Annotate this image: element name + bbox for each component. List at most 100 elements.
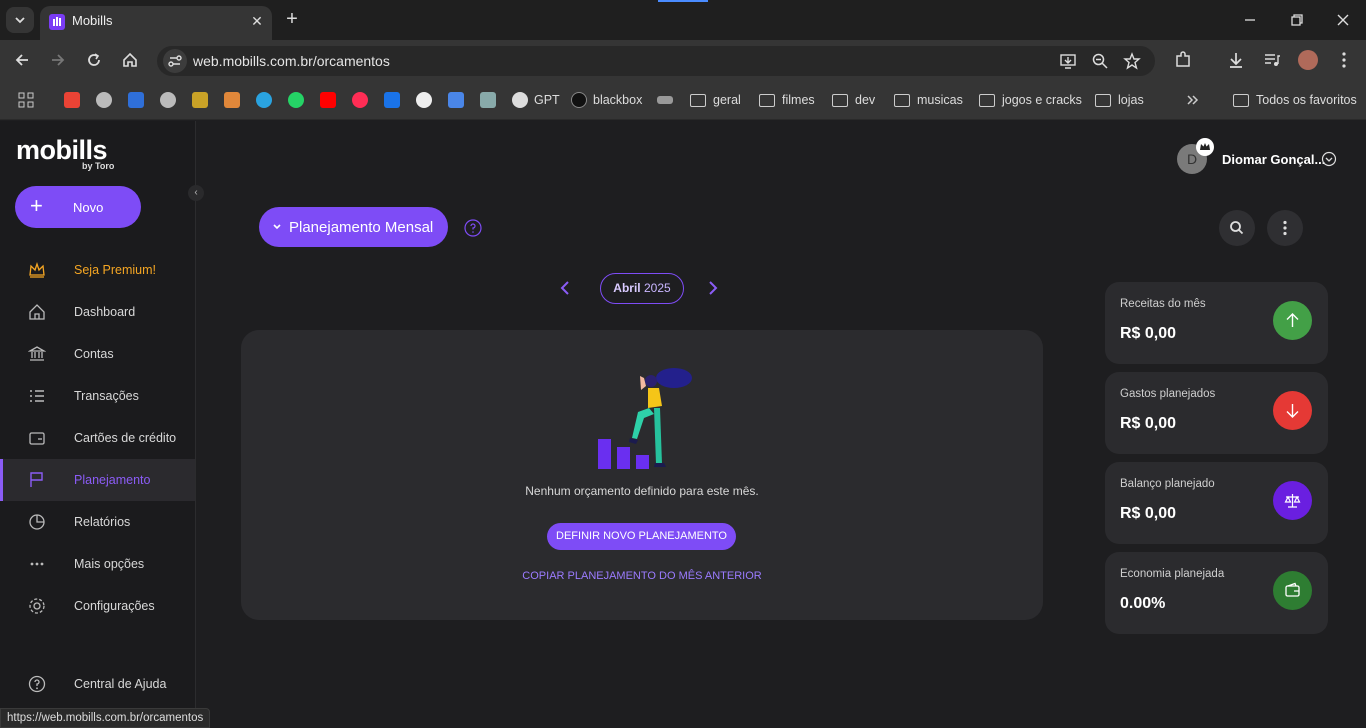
- tv-bookmark-icon[interactable]: [192, 92, 208, 108]
- home-icon: [28, 303, 46, 321]
- question-help-icon[interactable]: [464, 219, 482, 237]
- browser-toolbar: web.mobills.com.br/orcamentos: [0, 40, 1366, 80]
- back-icon[interactable]: [12, 50, 32, 70]
- sidebar-item-premium[interactable]: Seja Premium!: [0, 249, 195, 291]
- bank-icon: [28, 345, 46, 363]
- bookmark-folder-geral[interactable]: geral: [690, 92, 741, 108]
- bookmark-folder-musicas[interactable]: musicas: [894, 92, 963, 108]
- sidebar-item-label: Central de Ajuda: [74, 677, 167, 691]
- bookmark-folder-lojas[interactable]: lojas: [1095, 92, 1144, 108]
- folder-icon: [759, 93, 775, 107]
- bookmark-folder-filmes[interactable]: filmes: [759, 92, 815, 108]
- browser-menu-icon[interactable]: [1334, 50, 1354, 70]
- store-bookmark-icon[interactable]: [224, 92, 240, 108]
- summary-label: Economia planejada: [1120, 568, 1225, 580]
- site-info-icon[interactable]: [163, 49, 187, 73]
- telegram-bookmark-icon[interactable]: [256, 92, 272, 108]
- youtube-bookmark-icon[interactable]: [320, 92, 336, 108]
- sidebar-item-mais-opcoes[interactable]: Mais opções: [0, 543, 195, 585]
- sidebar-item-cartoes[interactable]: Cartões de crédito: [0, 417, 195, 459]
- amazon-bookmark-icon[interactable]: [657, 92, 673, 108]
- globe2-bookmark-icon[interactable]: [160, 92, 176, 108]
- previous-month-button[interactable]: [556, 279, 574, 297]
- all-bookmarks-folder[interactable]: Todos os favoritos: [1233, 92, 1357, 108]
- new-transaction-button[interactable]: + Novo: [15, 186, 141, 228]
- apps-grid-icon[interactable]: [18, 92, 34, 108]
- sidebar-item-relatorios[interactable]: Relatórios: [0, 501, 195, 543]
- bookmark-gpt[interactable]: GPT: [512, 92, 560, 108]
- chevron-right-icon: [709, 281, 718, 295]
- more-options-button[interactable]: [1267, 210, 1303, 246]
- profile-avatar[interactable]: [1298, 50, 1318, 70]
- home-icon[interactable]: [120, 50, 140, 70]
- folder-icon: [894, 93, 910, 107]
- site-bookmark-icon[interactable]: [128, 92, 144, 108]
- summary-card-economia[interactable]: Economia planejada 0.00%: [1105, 552, 1328, 634]
- copy-previous-month-link[interactable]: COPIAR PLANEJAMENTO DO MÊS ANTERIOR: [241, 570, 1043, 582]
- summary-card-receitas[interactable]: Receitas do mês R$ 0,00: [1105, 282, 1328, 364]
- tab-close-icon[interactable]: ✕: [248, 12, 266, 30]
- list-icon: [28, 387, 46, 405]
- summary-card-gastos[interactable]: Gastos planejados R$ 0,00: [1105, 372, 1328, 454]
- more-vertical-icon: [1283, 220, 1287, 236]
- zoom-icon[interactable]: [1091, 52, 1109, 70]
- user-menu[interactable]: D Diomar Gonçal...: [1177, 138, 1347, 175]
- whatsapp-bookmark-icon[interactable]: [288, 92, 304, 108]
- github-bookmark-icon[interactable]: [416, 92, 432, 108]
- reload-icon[interactable]: [84, 50, 104, 70]
- define-new-planning-button[interactable]: DEFINIR NOVO PLANEJAMENTO: [547, 523, 736, 550]
- mobills-app: mobills by Toro + Novo Seja Premium! Das…: [0, 121, 1366, 728]
- browser-status-bar: https://web.mobills.com.br/orcamentos: [0, 708, 211, 728]
- sidebar-collapse-button[interactable]: ‹: [188, 185, 204, 201]
- window-minimize-button[interactable]: [1240, 10, 1260, 30]
- url-text: web.mobills.com.br/orcamentos: [193, 53, 390, 69]
- sidebar-item-label: Relatórios: [74, 515, 131, 529]
- youtube-music-bookmark-icon[interactable]: [352, 92, 368, 108]
- map-bookmark-icon[interactable]: [480, 92, 496, 108]
- downloads-icon[interactable]: [1226, 50, 1246, 70]
- sidebar-item-configuracoes[interactable]: Configurações: [0, 585, 195, 627]
- browser-tab-strip: Mobills ✕ +: [0, 0, 1366, 40]
- new-button-label: Novo: [73, 200, 104, 215]
- chevron-left-icon: [560, 281, 569, 295]
- globe-bookmark-icon[interactable]: [96, 92, 112, 108]
- search-button[interactable]: [1219, 210, 1255, 246]
- more-bookmarks-icon[interactable]: [1186, 92, 1200, 108]
- butterfly-bookmark-icon[interactable]: [384, 92, 400, 108]
- planning-type-dropdown[interactable]: Planejamento Mensal: [259, 207, 448, 247]
- tab-search-button[interactable]: [6, 7, 34, 33]
- pie-chart-icon: [28, 513, 46, 531]
- sidebar-item-planejamento[interactable]: Planejamento: [0, 459, 195, 501]
- sidebar-item-dashboard[interactable]: Dashboard: [0, 291, 195, 333]
- window-restore-button[interactable]: [1287, 10, 1307, 30]
- planning-type-label: Planejamento Mensal: [289, 219, 434, 236]
- extensions-icon[interactable]: [1173, 50, 1193, 70]
- sidebar-item-central-ajuda[interactable]: Central de Ajuda: [0, 663, 195, 705]
- chevron-down-icon: [271, 221, 283, 233]
- logo-subtitle: by Toro: [82, 161, 115, 171]
- window-close-button[interactable]: [1333, 10, 1353, 30]
- sidebar-item-label: Configurações: [74, 599, 155, 613]
- gmail-bookmark-icon[interactable]: [64, 92, 80, 108]
- next-month-button[interactable]: [704, 279, 722, 297]
- bookmark-folder-jogos[interactable]: jogos e cracks: [979, 92, 1082, 108]
- search-icon: [1230, 221, 1244, 235]
- browser-tab-active[interactable]: Mobills ✕: [40, 6, 272, 40]
- flag-icon: [28, 471, 46, 489]
- summary-card-balanco[interactable]: Balanço planejado R$ 0,00: [1105, 462, 1328, 544]
- sidebar-item-transacoes[interactable]: Transações: [0, 375, 195, 417]
- gear-icon: [28, 597, 46, 615]
- bookmark-folder-dev[interactable]: dev: [832, 92, 875, 108]
- new-tab-button[interactable]: +: [282, 9, 302, 29]
- media-control-icon[interactable]: [1262, 50, 1282, 70]
- month-selector[interactable]: Abril 2025: [600, 273, 684, 304]
- bookmark-blackbox[interactable]: blackbox: [571, 92, 642, 108]
- forward-icon[interactable]: [48, 50, 68, 70]
- premium-crown-icon: [1196, 138, 1214, 156]
- address-bar[interactable]: web.mobills.com.br/orcamentos: [157, 46, 1155, 76]
- sidebar-item-contas[interactable]: Contas: [0, 333, 195, 375]
- sidebar-item-label: Contas: [74, 347, 114, 361]
- install-app-icon[interactable]: [1059, 52, 1077, 70]
- translate-bookmark-icon[interactable]: [448, 92, 464, 108]
- bookmark-star-icon[interactable]: [1123, 52, 1141, 70]
